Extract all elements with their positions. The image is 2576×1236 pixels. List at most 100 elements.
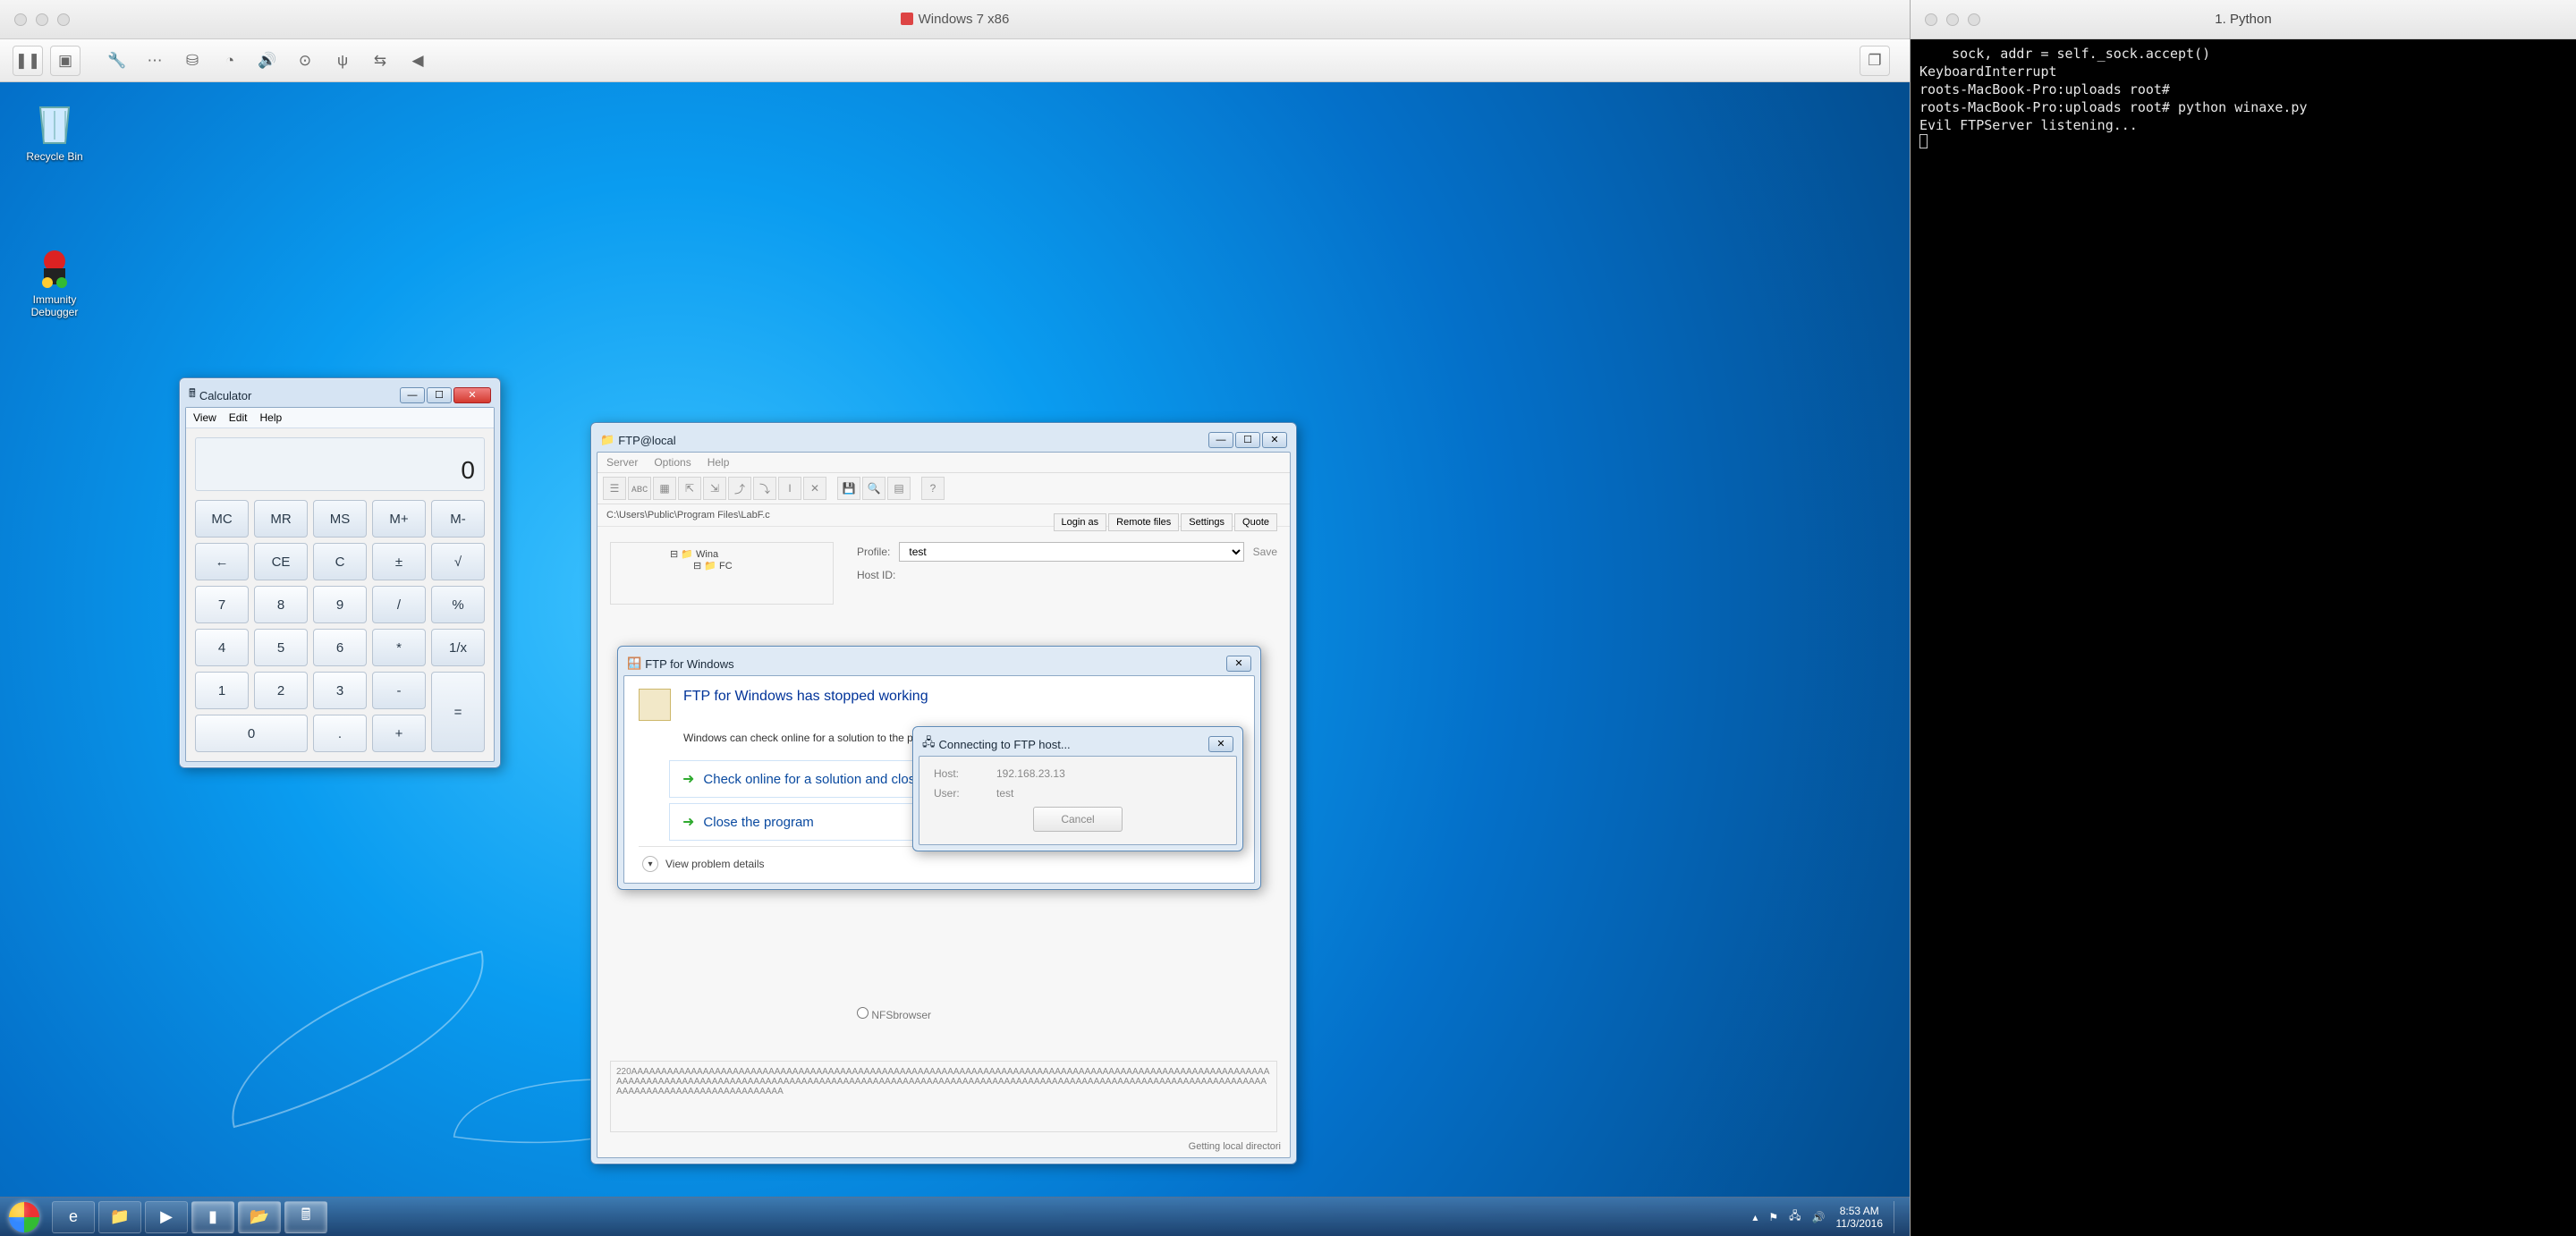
system-tray[interactable]: ▴ ⚑ 🖧 🔊 8:53 AM 11/3/2016 <box>1752 1201 1902 1233</box>
taskbar-calc[interactable]: 🖩 <box>284 1201 327 1233</box>
calc-menu-view[interactable]: View <box>193 411 216 424</box>
calc-key--[interactable]: - <box>372 672 426 709</box>
calc-menu-help[interactable]: Help <box>259 411 282 424</box>
chevron-left-icon[interactable]: ◀ <box>402 46 433 76</box>
share-icon[interactable]: ⇆ <box>365 46 395 76</box>
disk-icon[interactable]: ⛁ <box>177 46 208 76</box>
calc-key-7[interactable]: 7 <box>195 586 249 623</box>
traffic-max[interactable] <box>57 13 70 26</box>
camera-icon[interactable]: ⊙ <box>290 46 320 76</box>
traffic-min[interactable] <box>1946 13 1959 26</box>
ftp-tab-remote[interactable]: Remote files <box>1108 513 1179 531</box>
cancel-button[interactable]: Cancel <box>1033 807 1123 832</box>
ftp-min-button[interactable]: — <box>1208 432 1233 448</box>
tb-icon[interactable]: ☰ <box>603 477 626 500</box>
taskbar-media[interactable]: ▶ <box>145 1201 188 1233</box>
wrench-icon[interactable]: 🔧 <box>102 46 132 76</box>
ftp-close-button[interactable]: ✕ <box>1262 432 1287 448</box>
terminal-body[interactable]: sock, addr = self._sock.accept() Keyboar… <box>1911 39 2576 1236</box>
save-button[interactable]: Save <box>1253 546 1277 558</box>
tb-icon[interactable]: ⇱ <box>678 477 701 500</box>
tb-icon[interactable]: ⇲ <box>703 477 726 500</box>
taskbar-explorer[interactable]: 📁 <box>98 1201 141 1233</box>
calc-key-1[interactable]: 1 <box>195 672 249 709</box>
calc-key-5[interactable]: 5 <box>254 629 308 666</box>
calc-max-button[interactable]: ☐ <box>427 387 452 403</box>
traffic-close[interactable] <box>1925 13 1937 26</box>
taskbar[interactable]: e 📁 ▶ ▮ 📂 🖩 ▴ ⚑ 🖧 🔊 8:53 AM 11/3/2016 <box>0 1197 1910 1236</box>
tb-search-icon[interactable]: 🔍 <box>862 477 886 500</box>
snapshot-button[interactable]: ▣ <box>50 46 80 76</box>
pause-button[interactable]: ❚❚ <box>13 46 43 76</box>
tb-save-icon[interactable]: 💾 <box>837 477 860 500</box>
term-titlebar[interactable]: 1. Python <box>1911 0 2576 39</box>
taskbar-ie[interactable]: e <box>52 1201 95 1233</box>
conn-close-button[interactable]: ✕ <box>1208 736 1233 752</box>
calc-key-MS[interactable]: MS <box>313 500 367 538</box>
ftp-max-button[interactable]: ☐ <box>1235 432 1260 448</box>
terminal-window[interactable]: 1. Python sock, addr = self._sock.accept… <box>1911 0 2576 1236</box>
profile-select[interactable]: test <box>899 542 1243 562</box>
usb-icon[interactable]: ψ <box>327 46 358 76</box>
ftp-menu-help[interactable]: Help <box>708 456 730 469</box>
calculator-window[interactable]: 🖩 Calculator — ☐ ✕ View Edit Help 0 <box>179 377 501 768</box>
calc-key-√[interactable]: √ <box>431 543 485 580</box>
calc-key-+[interactable]: + <box>372 715 426 752</box>
calc-key-←[interactable]: ← <box>195 543 249 580</box>
connecting-dialog[interactable]: 🖧 Connecting to FTP host... ✕ Host:192.1… <box>912 726 1243 851</box>
tray-flag-icon[interactable]: ⚑ <box>1768 1211 1778 1223</box>
calc-key-4[interactable]: 4 <box>195 629 249 666</box>
nfsbrowser-radio[interactable] <box>857 1007 869 1019</box>
ftp-menu-options[interactable]: Options <box>654 456 691 469</box>
calc-key-9[interactable]: 9 <box>313 586 367 623</box>
tray-chevron-icon[interactable]: ▴ <box>1752 1211 1758 1223</box>
tb-icon[interactable]: ⤴ <box>728 477 751 500</box>
fullscreen-button[interactable]: ❐ <box>1860 46 1890 76</box>
crash-close-button[interactable]: ✕ <box>1226 656 1251 672</box>
tb-icon[interactable]: ▦ <box>653 477 676 500</box>
tb-abc-icon[interactable]: ᴀʙᴄ <box>628 477 651 500</box>
calc-menu-edit[interactable]: Edit <box>229 411 248 424</box>
calc-key-1/x[interactable]: 1/x <box>431 629 485 666</box>
calc-key-MR[interactable]: MR <box>254 500 308 538</box>
tray-network-icon[interactable]: 🖧 <box>1789 1207 1801 1226</box>
network-icon[interactable]: ⋯ <box>140 46 170 76</box>
calc-key-6[interactable]: 6 <box>313 629 367 666</box>
ftp-tree[interactable]: ⊟ 📁 Wina ⊟ 📁 FC <box>610 542 834 605</box>
ftp-tab-settings[interactable]: Settings <box>1181 513 1233 531</box>
tb-delete-icon[interactable]: ✕ <box>803 477 826 500</box>
recycle-bin-icon[interactable]: Recycle Bin <box>20 100 89 163</box>
calc-key-.[interactable]: . <box>313 715 367 752</box>
sound-icon[interactable]: 🔊 <box>252 46 283 76</box>
tb-icon[interactable]: ▤ <box>887 477 911 500</box>
calc-key-*[interactable]: * <box>372 629 426 666</box>
calc-key-M-[interactable]: M- <box>431 500 485 538</box>
tb-help-icon[interactable]: ? <box>921 477 945 500</box>
vm-titlebar[interactable]: Windows 7 x86 <box>0 0 1910 39</box>
calc-key-2[interactable]: 2 <box>254 672 308 709</box>
immunity-debugger-icon[interactable]: Immunity Debugger <box>20 243 89 318</box>
start-button[interactable] <box>0 1198 48 1236</box>
calc-key-/[interactable]: / <box>372 586 426 623</box>
calc-key-±[interactable]: ± <box>372 543 426 580</box>
calc-close-button[interactable]: ✕ <box>453 387 491 403</box>
calc-key-M+[interactable]: M+ <box>372 500 426 538</box>
drive-icon[interactable]: ◔ <box>215 46 245 76</box>
tray-clock[interactable]: 8:53 AM 11/3/2016 <box>1836 1205 1884 1230</box>
calc-key-=[interactable]: = <box>431 672 485 752</box>
calc-key-%[interactable]: % <box>431 586 485 623</box>
show-desktop-button[interactable] <box>1894 1201 1902 1233</box>
calc-key-MC[interactable]: MC <box>195 500 249 538</box>
traffic-close[interactable] <box>14 13 27 26</box>
calc-key-8[interactable]: 8 <box>254 586 308 623</box>
ftp-tab-login[interactable]: Login as <box>1054 513 1107 531</box>
calc-min-button[interactable]: — <box>400 387 425 403</box>
tb-icon[interactable]: ⤵ <box>753 477 776 500</box>
calc-key-0[interactable]: 0 <box>195 715 308 752</box>
taskbar-ftp[interactable]: 📂 <box>238 1201 281 1233</box>
traffic-min[interactable] <box>36 13 48 26</box>
traffic-max[interactable] <box>1968 13 1980 26</box>
calc-key-C[interactable]: C <box>313 543 367 580</box>
win7-desktop[interactable]: Recycle Bin Immunity Debugger 🖩 Calculat… <box>0 82 1910 1236</box>
calc-key-3[interactable]: 3 <box>313 672 367 709</box>
